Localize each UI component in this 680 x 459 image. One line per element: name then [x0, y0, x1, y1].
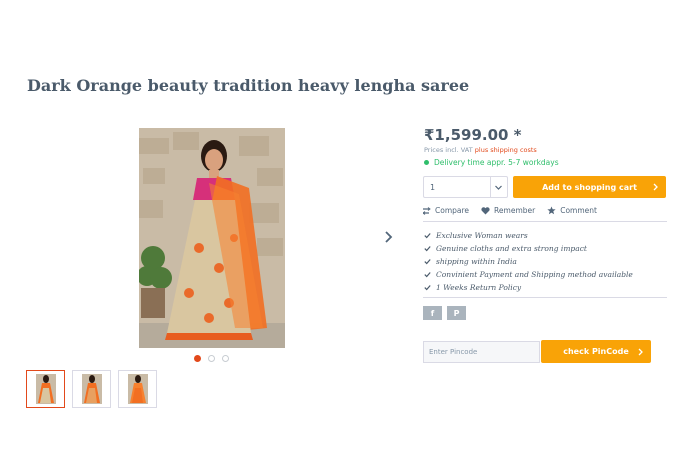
feature-text: Genuine cloths and extra strong impact — [436, 244, 587, 253]
check-icon — [424, 272, 431, 278]
pinterest-icon: P — [453, 308, 460, 318]
comment-label: Comment — [560, 206, 597, 215]
slider-dot[interactable] — [194, 355, 201, 362]
remember-button[interactable]: Remember — [481, 206, 535, 215]
facebook-share-button[interactable]: f — [423, 306, 442, 320]
check-icon — [424, 259, 431, 265]
add-to-cart-button[interactable]: Add to shopping cart — [513, 176, 666, 198]
thumbnail-strip — [26, 370, 157, 408]
check-pincode-button[interactable]: check PinCode — [541, 340, 651, 363]
check-icon — [424, 246, 431, 252]
vat-note: Prices incl. VAT plus shipping costs — [424, 146, 537, 154]
feature-list: Exclusive Woman wears Genuine cloths and… — [424, 229, 633, 294]
image-next-arrow-icon[interactable] — [382, 228, 396, 246]
feature-item: shipping within India — [424, 255, 633, 268]
divider — [423, 297, 667, 298]
slider-dot[interactable] — [222, 355, 229, 362]
slider-dot[interactable] — [208, 355, 215, 362]
divider — [423, 221, 667, 222]
chevron-right-icon — [638, 348, 643, 356]
thumbnail[interactable] — [72, 370, 111, 408]
quantity-value: 1 — [430, 182, 436, 192]
shipping-costs-link[interactable]: plus shipping costs — [475, 146, 537, 154]
product-price: ₹1,599.00 * — [424, 126, 522, 144]
delivery-info: Delivery time appr. 5-7 workdays — [424, 158, 559, 167]
compare-label: Compare — [435, 206, 470, 215]
feature-text: Exclusive Woman wears — [436, 231, 528, 240]
product-main-image[interactable] — [139, 128, 285, 348]
heart-icon — [481, 206, 490, 214]
chevron-right-icon — [653, 183, 658, 191]
star-icon — [547, 206, 556, 215]
delivery-text: Delivery time appr. 5-7 workdays — [434, 158, 559, 167]
vat-text: Prices incl. VAT — [424, 146, 475, 154]
feature-text: 1 Weeks Return Policy — [436, 283, 522, 292]
check-icon — [424, 285, 431, 291]
compare-button[interactable]: Compare — [423, 206, 469, 215]
feature-text: Convinient Payment and Shipping method a… — [436, 270, 633, 279]
feature-item: 1 Weeks Return Policy — [424, 281, 633, 294]
pinterest-share-button[interactable]: P — [447, 306, 466, 320]
pincode-input[interactable] — [423, 341, 540, 363]
feature-item: Exclusive Woman wears — [424, 229, 633, 242]
saree-photo — [139, 128, 285, 348]
facebook-icon: f — [430, 308, 435, 318]
add-to-cart-label: Add to shopping cart — [542, 182, 637, 192]
thumbnail[interactable] — [118, 370, 157, 408]
comment-button[interactable]: Comment — [547, 206, 597, 215]
product-title: Dark Orange beauty tradition heavy lengh… — [27, 76, 470, 95]
feature-item: Convinient Payment and Shipping method a… — [424, 268, 633, 281]
chevron-down-icon — [495, 185, 502, 190]
feature-item: Genuine cloths and extra strong impact — [424, 242, 633, 255]
thumbnail[interactable] — [26, 370, 65, 408]
check-pincode-label: check PinCode — [563, 347, 629, 356]
compare-icon — [423, 206, 431, 215]
social-share: f P — [423, 306, 466, 320]
feature-text: shipping within India — [436, 257, 517, 266]
remember-label: Remember — [494, 206, 536, 215]
image-slider-dots — [194, 355, 229, 362]
delivery-status-dot — [424, 160, 429, 165]
product-actions: Compare Remember Comment — [423, 206, 609, 215]
check-icon — [424, 233, 431, 239]
quantity-select[interactable]: 1 — [423, 176, 508, 198]
